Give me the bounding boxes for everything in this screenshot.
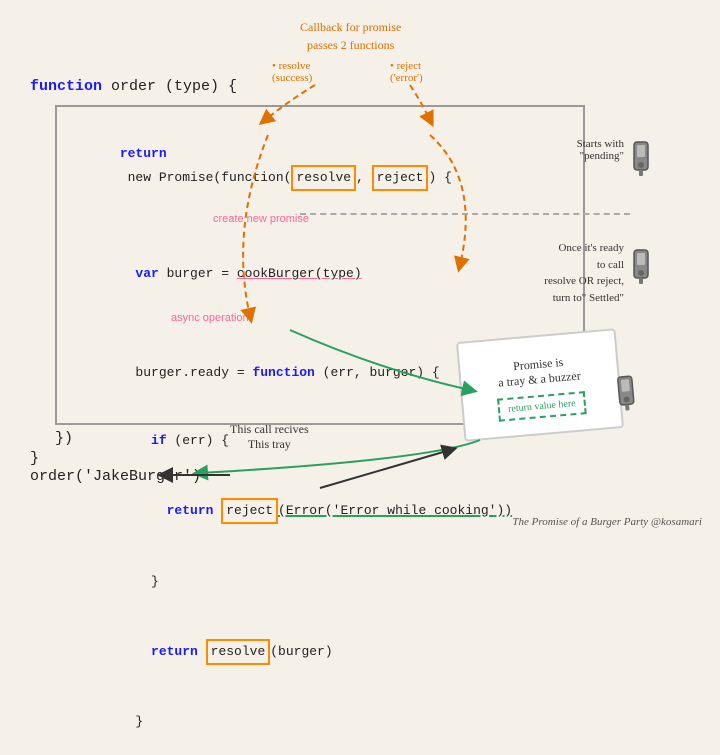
function-keyword: function [30,78,102,95]
tray-buzzer [613,374,639,419]
resolve-call-box: resolve [206,639,271,665]
tray-card: Promise is a tray & a buzzer return valu… [456,328,624,442]
burger-arg: (burger) [270,644,332,659]
error-args: (Error('Error while cooking')) [278,503,512,518]
function-name: order (type) { [111,78,237,95]
main-container: Callback for promise passes 2 functions … [0,0,720,540]
buzzer-top [630,140,652,183]
return-keyword2: return [120,503,221,518]
return-promise-line: return new Promise(function(resolve, rej… [73,121,567,213]
this-call-annotation: This call recives This tray [230,422,309,452]
resolve-box: resolve [291,165,356,191]
var-keyword: var [120,266,167,281]
reject-call-box: reject [221,498,278,524]
cook-burger-call: cookBurger(type) [237,266,362,281]
comma-text: , [356,170,372,185]
resolve-annotation: • resolve (success) [272,60,312,84]
function-keyword2: function [252,365,314,380]
buzzer-bottom [630,248,652,291]
close-promise-brace: }) [55,430,73,447]
close-if-brace: } [73,549,567,615]
func-signature: function order (type) { [30,78,237,95]
promise-tray-text: Promise is a tray & a buzzer [492,349,586,395]
close-paren-text: ) { [428,170,451,185]
err-condition: (err) { [167,433,229,448]
dashed-horiz-line [300,213,630,215]
async-op-annotation: async operation [171,312,249,324]
return-keyword: return [120,146,167,161]
callback-annotation: Callback for promise passes 2 functions [300,18,401,54]
return-reject-line: return reject(Error('Error while cooking… [73,476,567,546]
burger-ready-text: burger.ready = [120,365,253,380]
starts-pending-annotation: Starts with "pending" [577,138,624,162]
create-promise-annotation: create new promise [213,213,309,225]
close-ready-brace: } [73,689,567,755]
order-call-text: order('JakeBurger') [30,468,201,485]
if-keyword: if [120,433,167,448]
attribution: The Promise of a Burger Party @kosamari [512,516,702,528]
reject-box: reject [372,165,429,191]
once-ready-annotation: Once it's ready to call resolve OR rejec… [544,240,624,306]
var-burger-line: var burger = cookBurger(type) [73,241,567,307]
close-func-brace: } [30,450,39,467]
burger-var: burger = [167,266,237,281]
new-promise-text: new Promise(function( [120,170,292,185]
err-params: (err, burger) { [315,365,440,380]
return-resolve-line: return resolve(burger) [73,617,567,687]
order-call-line: order('JakeBurger') [30,468,201,485]
return-keyword3: return [120,644,206,659]
reject-annotation: • reject ('error') [390,60,423,84]
return-value-label: return value here [497,391,586,422]
